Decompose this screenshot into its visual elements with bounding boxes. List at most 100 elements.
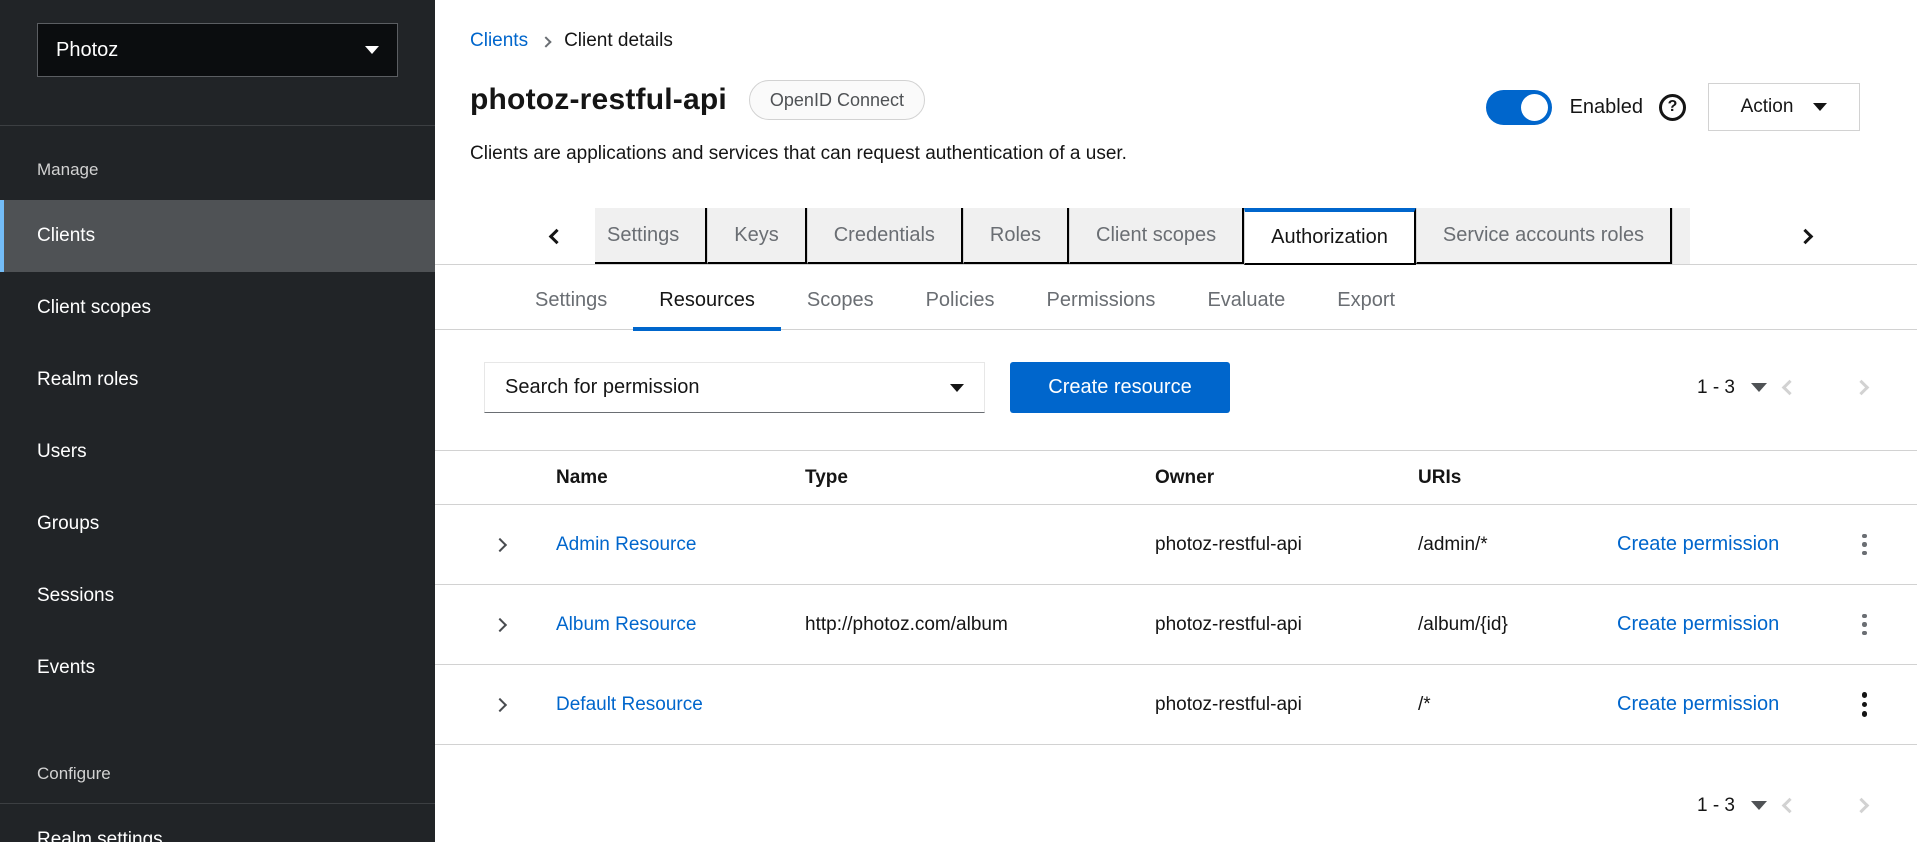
create-resource-button[interactable]: Create resource <box>1010 362 1230 413</box>
sidebar-top: Photoz <box>0 23 435 126</box>
subtab-evaluate[interactable]: Evaluate <box>1181 272 1311 330</box>
tab-client-scopes[interactable]: Client scopes <box>1069 208 1244 264</box>
title-row: photoz-restful-api OpenID Connect <box>470 77 925 123</box>
table-header-row: Name Type Owner URIs <box>435 450 1917 505</box>
tab-settings[interactable]: Settings <box>595 208 707 264</box>
chevron-right-icon <box>493 697 507 711</box>
tab-roles[interactable]: Roles <box>963 208 1069 264</box>
client-tabs: Settings Keys Credentials Roles Client s… <box>435 208 1917 265</box>
pagination-menu-icon[interactable] <box>1751 383 1767 392</box>
chevron-right-icon <box>493 537 507 551</box>
tab-authorization[interactable]: Authorization <box>1244 208 1416 265</box>
authorization-subtabs: Settings Resources Scopes Policies Permi… <box>435 272 1917 330</box>
column-header-type: Type <box>805 467 1155 489</box>
toggle-knob <box>1521 94 1548 121</box>
subtab-policies[interactable]: Policies <box>900 272 1021 330</box>
chevron-left-icon <box>1781 798 1797 814</box>
resource-name-link[interactable]: Admin Resource <box>556 534 696 555</box>
row-kebab-menu[interactable] <box>1854 684 1876 725</box>
sidebar-item-groups[interactable]: Groups <box>0 488 435 560</box>
breadcrumb-separator-icon <box>540 36 551 47</box>
main-content: Clients Client details photoz-restful-ap… <box>435 0 1917 842</box>
action-dropdown-label: Action <box>1741 96 1794 118</box>
sidebar-item-clients[interactable]: Clients <box>0 200 435 272</box>
bottom-pagination-row: 1 - 3 <box>435 780 1917 832</box>
subtab-scopes[interactable]: Scopes <box>781 272 900 330</box>
chevron-left-icon <box>1781 380 1797 396</box>
tab-keys[interactable]: Keys <box>707 208 806 264</box>
sidebar-item-realm-settings[interactable]: Realm settings <box>0 804 435 842</box>
tab-strip: Settings Keys Credentials Roles Client s… <box>595 208 1769 265</box>
resource-owner: photoz-restful-api <box>1155 694 1418 716</box>
resource-name-link[interactable]: Default Resource <box>556 694 703 715</box>
tab-service-accounts-roles[interactable]: Service accounts roles <box>1416 208 1672 264</box>
action-dropdown-button[interactable]: Action <box>1708 83 1860 131</box>
column-header-owner: Owner <box>1155 467 1418 489</box>
sidebar-item-realm-roles[interactable]: Realm roles <box>0 344 435 416</box>
chevron-down-icon <box>365 46 379 54</box>
sidebar-item-events[interactable]: Events <box>0 632 435 704</box>
chevron-down-icon <box>1813 103 1827 111</box>
create-permission-link[interactable]: Create permission <box>1617 693 1779 715</box>
pagination-menu-icon[interactable] <box>1751 801 1767 810</box>
resources-table: Name Type Owner URIs Admin Resource phot… <box>435 450 1917 745</box>
enabled-label: Enabled <box>1570 96 1643 119</box>
subtab-settings[interactable]: Settings <box>509 272 633 330</box>
bottom-pagination: 1 - 3 <box>1697 780 1883 831</box>
table-row: Admin Resource photoz-restful-api /admin… <box>435 505 1917 585</box>
nav-section-configure: Configure <box>0 744 435 804</box>
client-description: Clients are applications and services th… <box>470 143 1127 165</box>
table-row: Default Resource photoz-restful-api /* C… <box>435 665 1917 745</box>
tabs-scroll-left-button[interactable] <box>534 208 578 264</box>
chevron-right-icon <box>1853 798 1869 814</box>
row-kebab-menu[interactable] <box>1854 526 1875 564</box>
subtab-resources[interactable]: Resources <box>633 272 781 330</box>
subtab-export[interactable]: Export <box>1311 272 1421 330</box>
tabs-scroll-right-button[interactable] <box>1783 208 1827 264</box>
search-permission-dropdown[interactable]: Search for permission <box>484 362 985 413</box>
sidebar-item-client-scopes[interactable]: Client scopes <box>0 272 435 344</box>
subtab-permissions[interactable]: Permissions <box>1021 272 1182 330</box>
expand-row-button[interactable] <box>435 534 556 556</box>
resource-type: http://photoz.com/album <box>805 614 1155 636</box>
expand-row-button[interactable] <box>435 694 556 716</box>
sidebar-item-sessions[interactable]: Sessions <box>0 560 435 632</box>
pagination-next-button[interactable] <box>1839 366 1883 410</box>
resource-uri: /admin/* <box>1418 534 1582 556</box>
chevron-right-icon <box>1797 228 1813 244</box>
resource-owner: photoz-restful-api <box>1155 614 1418 636</box>
table-row: Album Resource http://photoz.com/album p… <box>435 585 1917 665</box>
column-header-name: Name <box>556 467 805 489</box>
pagination-next-button[interactable] <box>1839 784 1883 828</box>
pagination-range: 1 - 3 <box>1697 795 1735 817</box>
breadcrumb: Clients Client details <box>470 30 673 52</box>
chevron-right-icon <box>493 617 507 631</box>
resources-toolbar: Search for permission Create resource 1 … <box>435 362 1917 413</box>
pagination-prev-button[interactable] <box>1767 784 1811 828</box>
chevron-left-icon <box>548 228 564 244</box>
nav-section-manage: Manage <box>0 140 435 200</box>
search-permission-placeholder: Search for permission <box>505 376 700 399</box>
resource-name-link[interactable]: Album Resource <box>556 614 696 635</box>
resource-uri: /album/{id} <box>1418 614 1582 636</box>
help-icon[interactable]: ? <box>1659 94 1686 121</box>
header-controls: Enabled ? Action <box>1486 83 1860 131</box>
pagination-range: 1 - 3 <box>1697 377 1735 399</box>
chevron-down-icon <box>950 384 964 392</box>
tab-credentials[interactable]: Credentials <box>807 208 963 264</box>
pagination-prev-button[interactable] <box>1767 366 1811 410</box>
resource-owner: photoz-restful-api <box>1155 534 1418 556</box>
sidebar-item-users[interactable]: Users <box>0 416 435 488</box>
realm-selector[interactable]: Photoz <box>37 23 398 77</box>
breadcrumb-current: Client details <box>564 30 673 52</box>
breadcrumb-clients-link[interactable]: Clients <box>470 30 528 52</box>
expand-row-button[interactable] <box>435 614 556 636</box>
realm-selector-value: Photoz <box>56 39 118 62</box>
chevron-right-icon <box>1853 380 1869 396</box>
create-permission-link[interactable]: Create permission <box>1617 613 1779 635</box>
enabled-toggle[interactable] <box>1486 90 1552 125</box>
row-kebab-menu[interactable] <box>1854 606 1875 644</box>
top-pagination: 1 - 3 <box>1697 362 1883 413</box>
keycloak-admin-console: Photoz Manage Clients Client scopes Real… <box>0 0 1917 842</box>
create-permission-link[interactable]: Create permission <box>1617 533 1779 555</box>
